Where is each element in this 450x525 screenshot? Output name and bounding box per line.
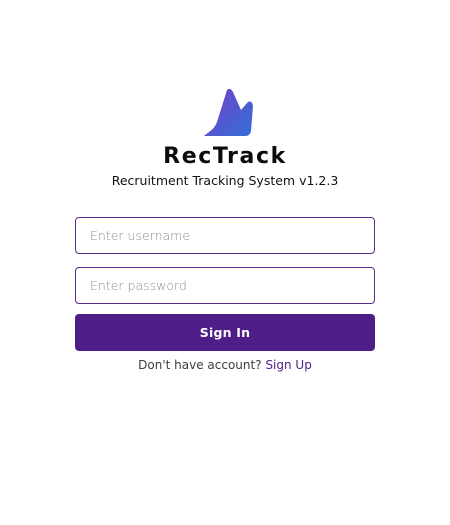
rectrack-logo-icon [204,88,253,136]
username-input[interactable] [75,217,375,254]
password-input[interactable] [75,267,375,304]
signup-prompt-text: Don't have account? [138,358,262,372]
sign-in-button[interactable]: Sign In [75,314,375,351]
app-tagline: Recruitment Tracking System v1.2.3 [111,173,339,188]
app-title: RecTrack [163,144,287,169]
sign-up-link[interactable]: Sign Up [265,358,311,372]
signup-prompt-line: Don't have account? Sign Up [0,357,450,373]
